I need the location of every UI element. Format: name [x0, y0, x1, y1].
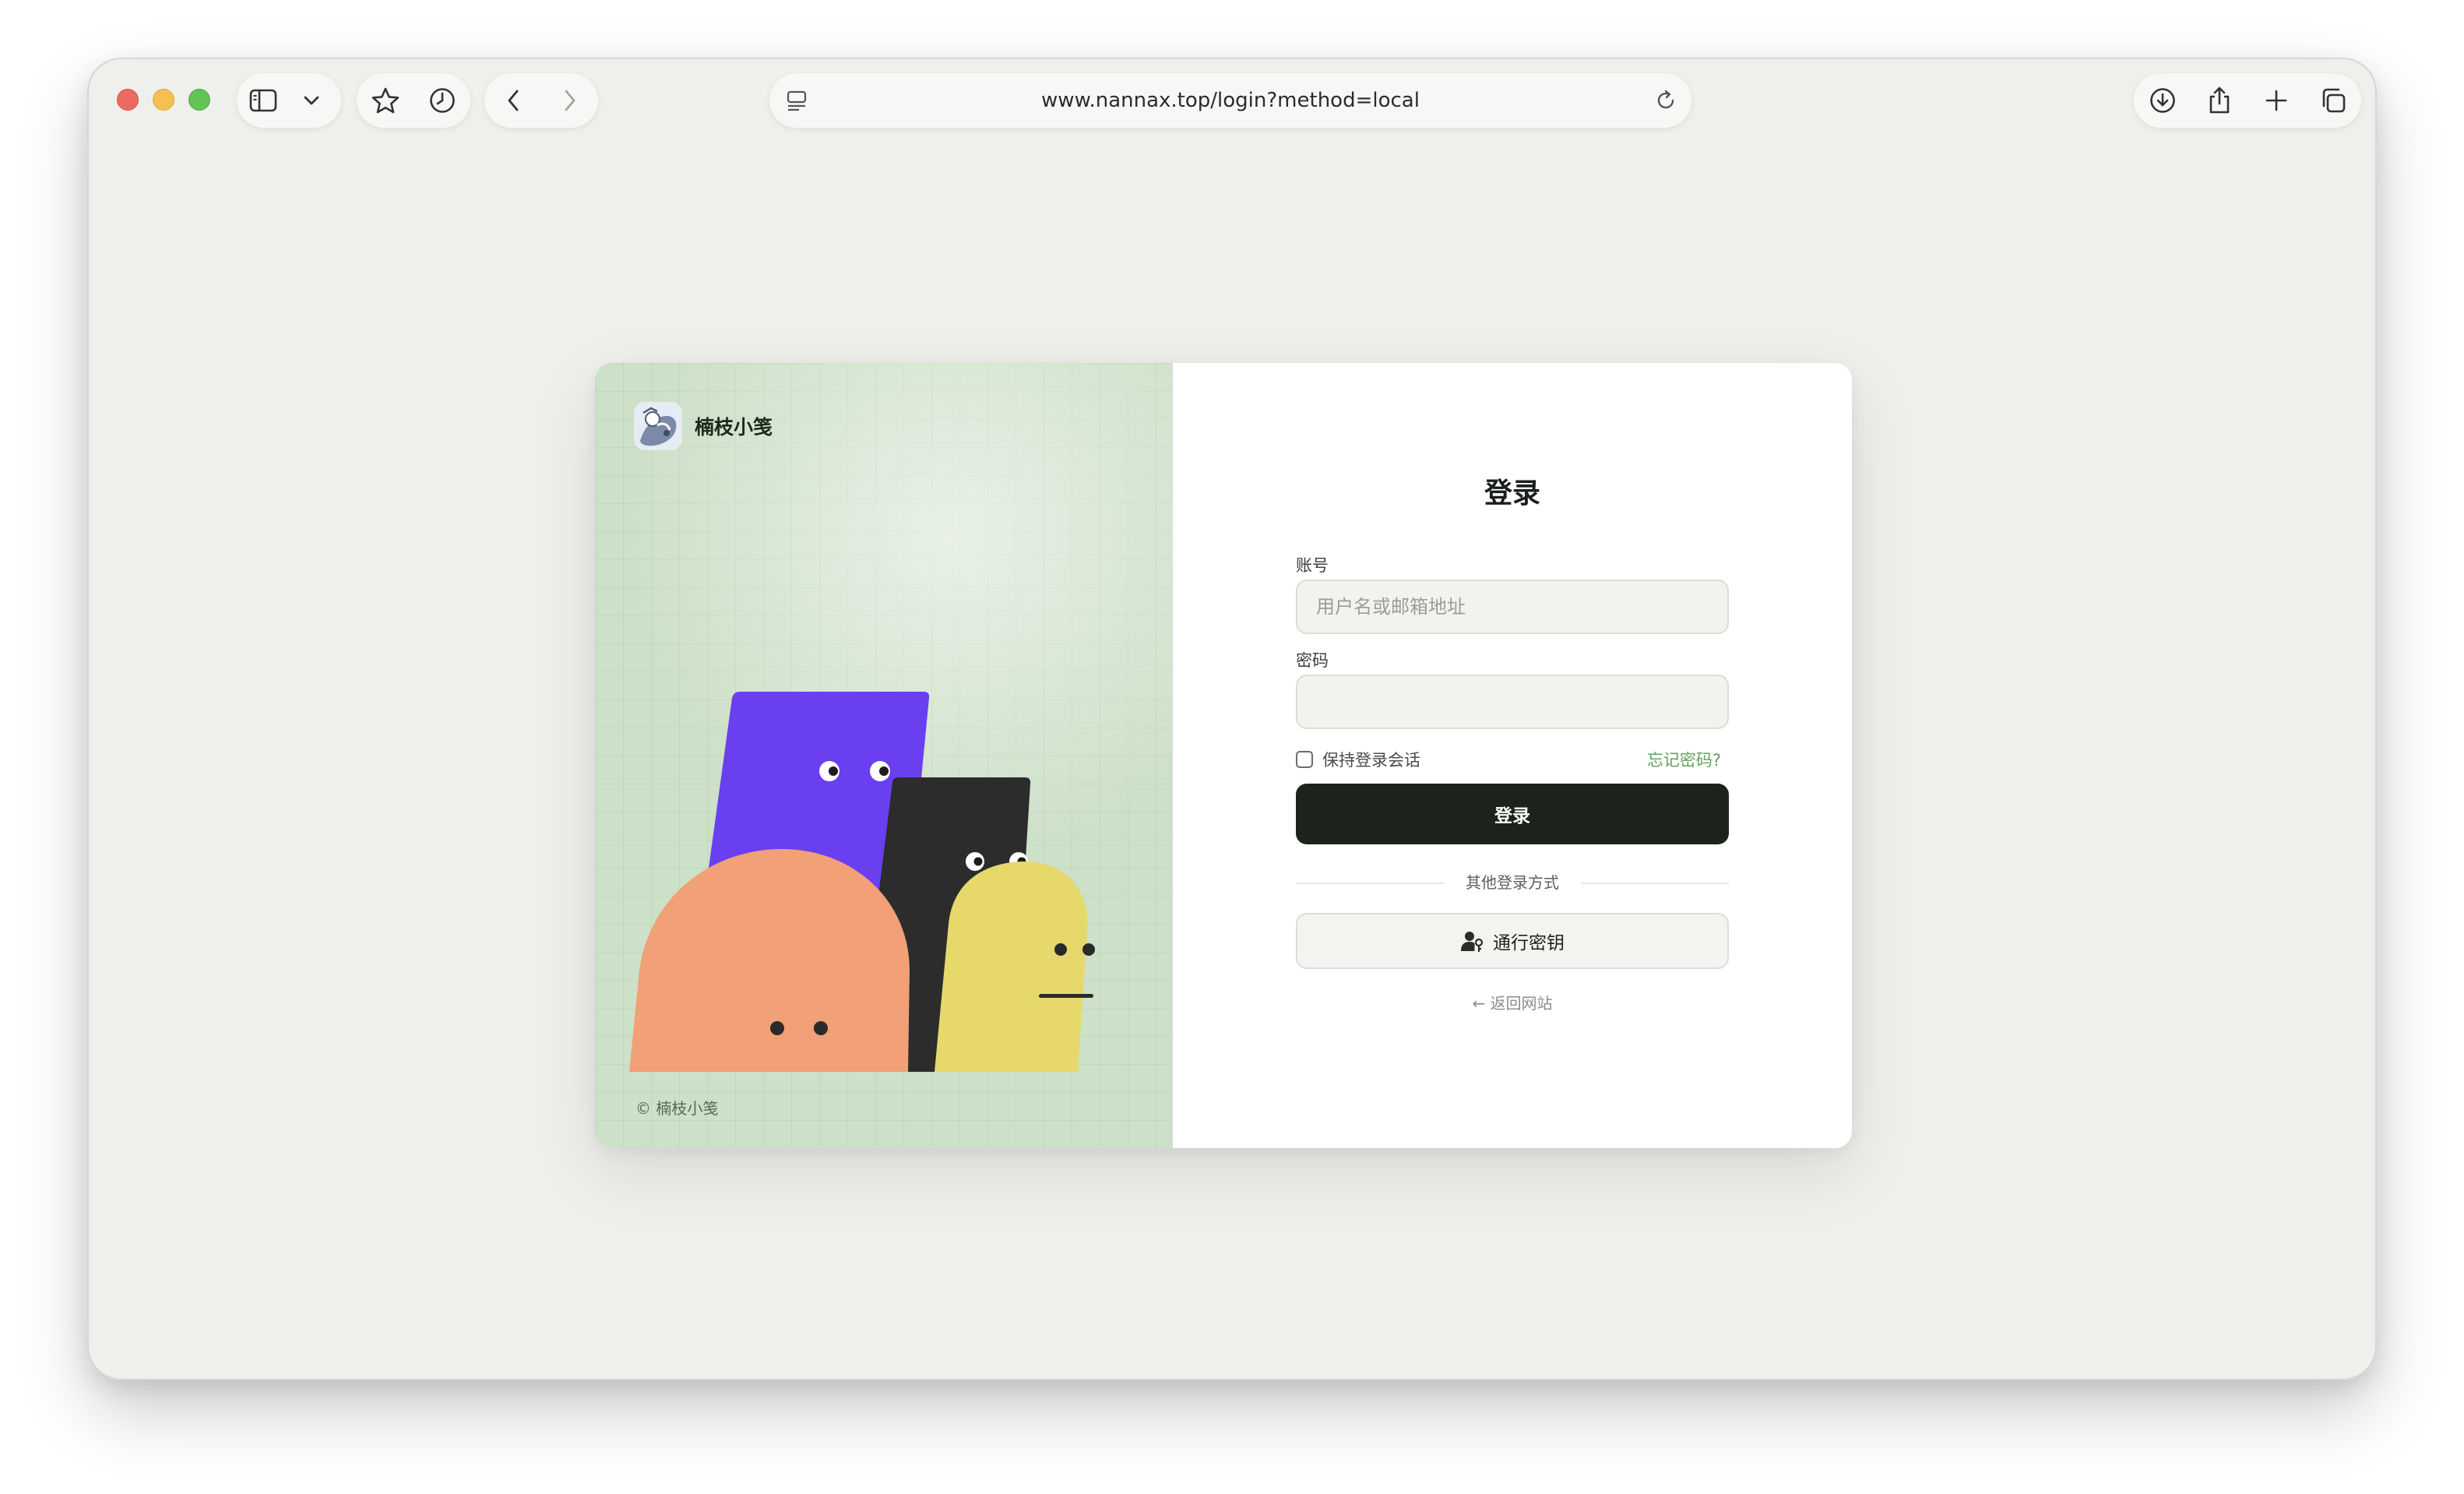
new-tab-button[interactable]	[2248, 73, 2304, 128]
minimize-window-button[interactable]	[153, 89, 174, 111]
download-icon	[2149, 86, 2177, 115]
forgot-password-link[interactable]: 忘记密码?	[1647, 748, 1721, 771]
login-button[interactable]: 登录	[1296, 784, 1729, 844]
footer-copyright: © 楠枝小笺	[635, 1099, 719, 1118]
share-icon	[2207, 86, 2232, 115]
zoom-window-button[interactable]	[188, 89, 210, 111]
downloads-button[interactable]	[2134, 73, 2191, 128]
close-window-button[interactable]	[117, 89, 139, 111]
url-text[interactable]: www.nannax.top/login?method=local	[840, 73, 1621, 128]
yellow-character	[935, 862, 1095, 1072]
tab-overview-button[interactable]	[2304, 73, 2361, 128]
login-title: 登录	[1484, 477, 1540, 509]
navigation-group	[484, 73, 598, 128]
address-bar[interactable]: www.nannax.top/login?method=local	[769, 73, 1691, 128]
passkey-button[interactable]: 通行密钥	[1296, 913, 1729, 969]
chevron-down-icon	[303, 95, 320, 106]
reload-icon[interactable]	[1654, 89, 1677, 112]
tabs-icon	[2319, 86, 2347, 115]
brand: 楠枝小笺	[634, 402, 773, 450]
page-menu-icon[interactable]	[785, 89, 808, 112]
divider-line	[1581, 883, 1729, 884]
star-icon	[371, 86, 400, 115]
remember-checkbox[interactable]	[1296, 751, 1313, 768]
brand-logo	[634, 402, 682, 450]
forward-button[interactable]	[541, 73, 598, 128]
history-button[interactable]	[414, 73, 470, 128]
orange-character	[629, 849, 910, 1072]
passkey-label: 通行密钥	[1493, 933, 1565, 953]
browser-window: www.nannax.top/login?method=local 楠枝小笺 ©…	[87, 58, 2377, 1380]
user-key-icon	[1460, 929, 1484, 953]
back-button[interactable]	[484, 73, 541, 128]
characters-illustration	[629, 692, 1095, 1072]
remember-label[interactable]: 保持登录会话	[1322, 748, 1420, 771]
sidebar-icon	[249, 89, 277, 112]
sidebar-menu-button[interactable]	[290, 73, 333, 128]
chevron-left-icon	[505, 88, 521, 113]
sidebar-button[interactable]	[237, 73, 290, 128]
back-to-site-link[interactable]: ← 返回网站	[1296, 991, 1729, 1013]
plus-icon	[2265, 89, 2288, 112]
chevron-right-icon	[562, 88, 578, 113]
account-label: 账号	[1296, 556, 1329, 575]
password-input[interactable]	[1296, 675, 1729, 729]
sidebar-toggle-group	[237, 73, 341, 128]
window-actions-group	[2134, 73, 2361, 128]
account-input[interactable]	[1296, 580, 1729, 634]
favorites-button[interactable]	[357, 73, 414, 128]
clock-icon	[428, 86, 456, 115]
login-panel: 登录 账号 密码 保持登录会话 忘记密码? 登录 其他登录方式	[1173, 363, 1852, 1148]
brand-name: 楠枝小笺	[695, 416, 773, 439]
login-card: 楠枝小笺 © 楠枝小笺 登录 账号 用户名或邮箱地址 密码 保持登录会话 忘记密…	[595, 363, 1852, 1148]
share-button[interactable]	[2191, 73, 2248, 128]
remember-session-option[interactable]: 保持登录会话	[1296, 748, 1420, 771]
favorites-history-group	[357, 73, 470, 128]
other-login-divider: 其他登录方式	[1296, 871, 1729, 894]
password-label: 密码	[1296, 651, 1329, 670]
illustration-panel: 楠枝小笺 © 楠枝小笺	[595, 363, 1173, 1148]
